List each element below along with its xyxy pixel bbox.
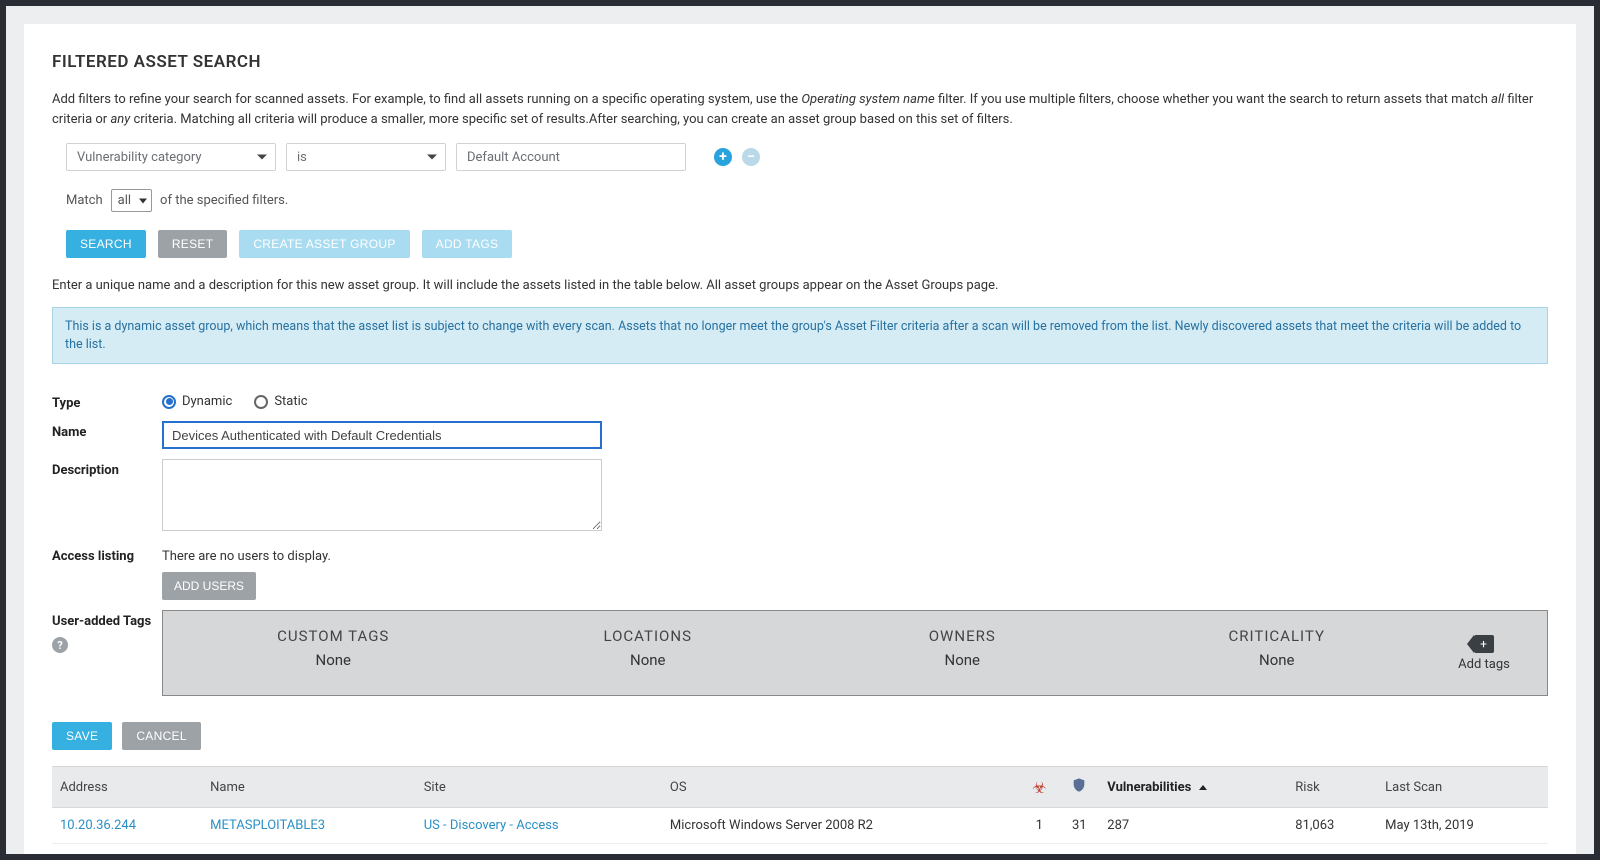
cell-name[interactable]: METASPLOITABLE3 [202, 808, 416, 844]
add-tags-pill[interactable]: + [1474, 635, 1494, 653]
filter-field-label: Vulnerability category [77, 150, 202, 165]
th-site[interactable]: Site [416, 767, 662, 808]
cell-address[interactable]: 10.20.36.244 [52, 808, 202, 844]
owners-header: OWNERS [810, 627, 1115, 645]
reset-button[interactable]: RESET [158, 230, 228, 258]
intro-mid: filter. If you use multiple filters, cho… [938, 92, 1491, 107]
add-tags-button[interactable]: ADD TAGS [422, 230, 513, 258]
match-select[interactable]: all [111, 189, 152, 212]
filter-value-label: Default Account [467, 150, 560, 165]
th-os[interactable]: OS [662, 767, 1019, 808]
cancel-button[interactable]: CANCEL [122, 722, 200, 750]
custom-tags-header: CUSTOM TAGS [181, 627, 486, 645]
user-tags-box: CUSTOM TAGS None LOCATIONS None OWNERS N… [162, 610, 1548, 696]
help-icon[interactable]: ? [52, 637, 68, 653]
criticality-value: None [1125, 651, 1430, 669]
action-buttons: SEARCH RESET CREATE ASSET GROUP ADD TAGS [66, 230, 1548, 258]
th-exploit[interactable] [1059, 767, 1099, 808]
custom-tags-value: None [181, 651, 486, 669]
add-users-button[interactable]: ADD USERS [162, 572, 256, 600]
cell-exploit: 31 [1059, 808, 1099, 844]
intro-end: criteria. Matching all criteria will pro… [133, 112, 1012, 127]
filter-operator-label: is [297, 150, 307, 165]
page-title: FILTERED ASSET SEARCH [52, 52, 1548, 72]
type-dynamic-label: Dynamic [182, 394, 232, 409]
chevron-down-icon [139, 198, 147, 203]
filter-field-select[interactable]: Vulnerability category [66, 143, 276, 171]
th-malware[interactable]: ☣ [1019, 767, 1059, 808]
radio-checked-icon [162, 395, 176, 409]
description-label: Description [52, 459, 162, 478]
add-tags-label: Add tags [1458, 657, 1510, 672]
type-static-label: Static [274, 394, 307, 409]
sort-asc-icon [1199, 785, 1207, 790]
access-listing-label: Access listing [52, 545, 162, 564]
remove-filter-icon[interactable]: − [742, 148, 760, 166]
intro-pre: Add filters to refine your search for sc… [52, 92, 801, 107]
th-name[interactable]: Name [202, 767, 416, 808]
chevron-down-icon [257, 155, 267, 160]
access-empty-text: There are no users to display. [162, 545, 1548, 564]
match-prefix: Match [66, 193, 103, 208]
search-button[interactable]: SEARCH [66, 230, 146, 258]
match-suffix: of the specified filters. [160, 193, 288, 208]
intro-os-name: Operating system name [801, 92, 934, 107]
assets-table: Address Name Site OS ☣ Vulnerabilities R… [52, 766, 1548, 844]
type-label: Type [52, 392, 162, 411]
name-label: Name [52, 421, 162, 440]
intro-all: all [1491, 92, 1504, 107]
cell-site[interactable]: US - Discovery - Access [416, 808, 662, 844]
cell-vulns: 287 [1099, 808, 1287, 844]
create-asset-group-button[interactable]: CREATE ASSET GROUP [239, 230, 409, 258]
th-address[interactable]: Address [52, 767, 202, 808]
type-radio-static[interactable]: Static [254, 394, 307, 409]
th-last-scan[interactable]: Last Scan [1377, 767, 1548, 808]
radio-unchecked-icon [254, 395, 268, 409]
vulns-label: Vulnerabilities [1107, 780, 1191, 795]
type-radio-dynamic[interactable]: Dynamic [162, 394, 232, 409]
add-filter-icon[interactable]: + [714, 148, 732, 166]
cell-last-scan: May 13th, 2019 [1377, 808, 1548, 844]
biohazard-icon: ☣ [1032, 778, 1046, 797]
filter-row: Vulnerability category is Default Accoun… [66, 143, 1548, 171]
intro-text: Add filters to refine your search for sc… [52, 90, 1548, 129]
filter-operator-select[interactable]: is [286, 143, 446, 171]
plus-icon: + [1480, 637, 1487, 651]
locations-header: LOCATIONS [496, 627, 801, 645]
th-risk[interactable]: Risk [1287, 767, 1377, 808]
match-value: all [118, 193, 131, 208]
intro-any: any [110, 112, 130, 127]
match-row: Match all of the specified filters. [66, 189, 1548, 212]
locations-value: None [496, 651, 801, 669]
th-vulnerabilities[interactable]: Vulnerabilities [1099, 767, 1287, 808]
table-row[interactable]: 10.20.36.244 METASPLOITABLE3 US - Discov… [52, 808, 1548, 844]
group-note: Enter a unique name and a description fo… [52, 278, 1548, 293]
save-button[interactable]: SAVE [52, 722, 112, 750]
dynamic-group-info: This is a dynamic asset group, which mea… [52, 307, 1548, 364]
cell-risk: 81,063 [1287, 808, 1377, 844]
criticality-header: CRITICALITY [1125, 627, 1430, 645]
cell-os: Microsoft Windows Server 2008 R2 [662, 808, 1019, 844]
filter-value-input[interactable]: Default Account [456, 143, 686, 171]
name-input[interactable] [162, 421, 602, 449]
shield-icon [1071, 777, 1087, 793]
cell-malware: 1 [1019, 808, 1059, 844]
description-textarea[interactable] [162, 459, 602, 531]
user-tags-label: User-added Tags [52, 614, 162, 629]
chevron-down-icon [427, 155, 437, 160]
owners-value: None [810, 651, 1115, 669]
